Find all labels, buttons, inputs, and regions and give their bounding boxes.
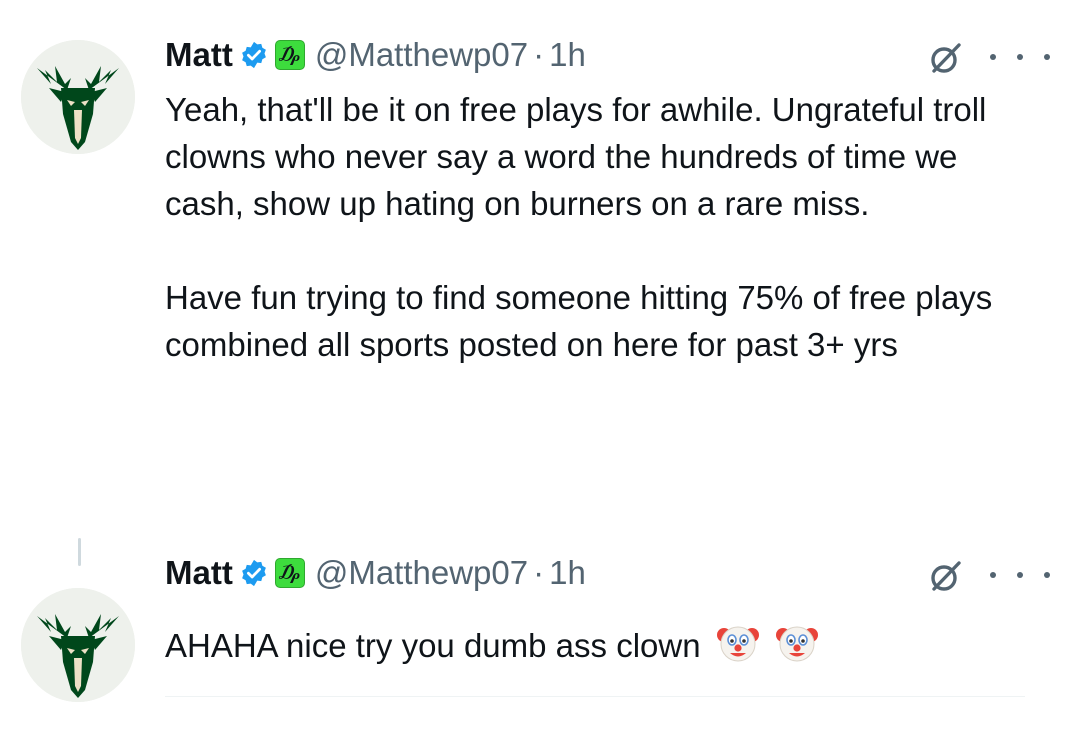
deer-logo-icon (21, 40, 135, 154)
tweet[interactable]: Matt ₯ @Matthewp07 · 1h AHAHA nice try y… (0, 520, 1072, 729)
affiliate-badge-icon[interactable]: ₯ (274, 40, 305, 70)
author-name[interactable]: Matt (165, 36, 233, 74)
tweet-paragraph: AHAHA nice try you dumb ass clown (165, 627, 701, 664)
timestamp[interactable]: 1h (549, 554, 586, 592)
avatar[interactable] (21, 588, 135, 702)
affiliate-badge-glyph: ₯ (279, 44, 301, 66)
tweet-paragraph: Yeah, that'll be it on free plays for aw… (165, 91, 987, 222)
dot (1017, 54, 1023, 60)
tweet[interactable]: Matt ₯ @Matthewp07 · 1h Yeah, that'll be… (0, 0, 1072, 520)
affiliate-badge-icon[interactable]: ₯ (274, 558, 305, 588)
more-options-icon[interactable] (990, 47, 1050, 67)
dot (990, 54, 996, 60)
dot (1044, 572, 1050, 578)
clown-face-emoji-icon (775, 621, 819, 665)
dot (1044, 54, 1050, 60)
tweet-header: Matt ₯ @Matthewp07 · 1h (165, 30, 586, 80)
tweet-paragraph: Have fun trying to find someone hitting … (165, 279, 993, 363)
author-handle[interactable]: @Matthewp07 (315, 554, 528, 592)
divider (165, 696, 1025, 697)
timestamp[interactable]: 1h (549, 36, 586, 74)
thread-line (78, 538, 81, 566)
grok-icon[interactable] (928, 40, 964, 76)
dot (990, 572, 996, 578)
tweet-header: Matt ₯ @Matthewp07 · 1h (165, 548, 586, 598)
author-name[interactable]: Matt (165, 554, 233, 592)
tweet-text: AHAHA nice try you dumb ass clown (165, 621, 1045, 669)
verified-badge-icon[interactable] (239, 40, 269, 70)
verified-badge-icon[interactable] (239, 558, 269, 588)
tweet-text: Yeah, that'll be it on free plays for aw… (165, 86, 1045, 368)
affiliate-badge-glyph: ₯ (279, 562, 301, 584)
grok-icon[interactable] (928, 558, 964, 594)
deer-logo-icon (21, 588, 135, 702)
author-handle[interactable]: @Matthewp07 (315, 36, 528, 74)
separator: · (533, 36, 545, 73)
avatar[interactable] (21, 40, 135, 154)
separator: · (533, 554, 545, 591)
dot (1017, 572, 1023, 578)
clown-face-emoji-icon (716, 621, 760, 665)
more-options-icon[interactable] (990, 565, 1050, 585)
